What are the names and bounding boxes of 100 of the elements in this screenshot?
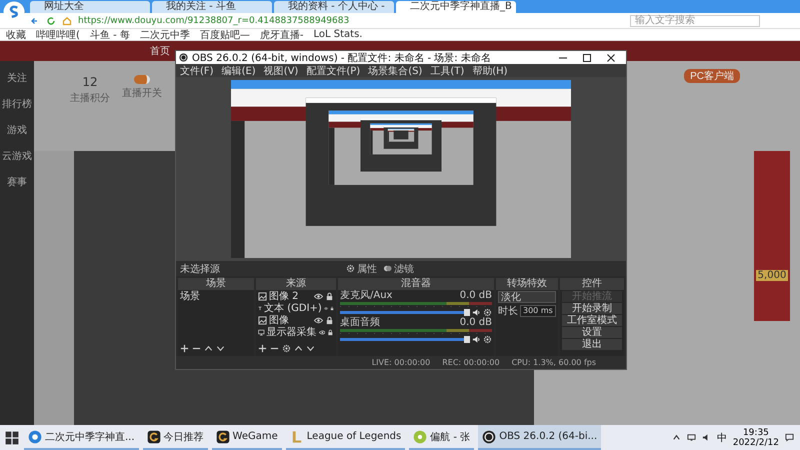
speaker-icon[interactable] — [472, 308, 481, 317]
lock-icon[interactable] — [325, 292, 334, 301]
lock-icon[interactable] — [330, 304, 334, 313]
sidebar-item[interactable]: 关注 — [7, 71, 27, 85]
app-icon — [216, 430, 230, 444]
windows-icon[interactable] — [4, 430, 20, 446]
bookmark[interactable]: LoL Stats. — [313, 29, 362, 40]
menu-item[interactable]: 场景集合(S) — [368, 64, 422, 78]
volume-slider[interactable] — [340, 311, 470, 314]
source-item[interactable]: 图像 2 — [269, 291, 312, 302]
maximize-icon[interactable] — [582, 52, 592, 62]
clock-date[interactable]: 2022/2/12 — [732, 438, 779, 448]
menu-item[interactable]: 配置文件(P) — [306, 64, 360, 78]
eye-icon[interactable] — [318, 328, 326, 337]
dock-title: 控件 — [560, 278, 624, 290]
status-text: LIVE: 00:00:00 — [372, 358, 430, 367]
taskbar-item[interactable]: 偏航 - 张 — [409, 425, 474, 450]
toolbar-button[interactable]: 滤镜 — [383, 262, 414, 276]
menu-item[interactable]: 编辑(E) — [222, 64, 256, 78]
window-title: OBS 26.0.2 (64-bit, windows) - 配置文件: 未命名 - 场景: 未命名 — [192, 52, 492, 64]
clock-time[interactable]: 19:35 — [742, 428, 769, 438]
sidebar-item[interactable]: 赛事 — [7, 175, 27, 189]
chevron-up-icon[interactable] — [294, 344, 303, 353]
toggle-switch[interactable] — [134, 75, 150, 84]
bookmark[interactable]: 虎牙直播- — [260, 28, 304, 42]
eye-icon[interactable] — [314, 316, 323, 325]
slider-thumb[interactable] — [464, 336, 470, 343]
volume-reading: 0.0 dB — [460, 318, 492, 328]
close-icon[interactable] — [606, 52, 616, 62]
sidebar-item[interactable]: 游戏 — [7, 123, 27, 137]
filter-icon — [383, 264, 392, 273]
input-method[interactable]: 中 — [716, 430, 727, 444]
eye-icon[interactable] — [324, 304, 328, 313]
dock-title: 场景 — [178, 278, 254, 290]
promo-amount: 5,000 — [756, 270, 788, 281]
bookmark[interactable]: 百度贴吧— — [200, 28, 250, 42]
eye-icon[interactable] — [314, 292, 323, 301]
bookmark[interactable]: 二次元中季 — [140, 28, 190, 42]
toolbar-button[interactable]: 属性 — [346, 262, 377, 276]
slider-thumb[interactable] — [464, 309, 470, 316]
chevron-down-icon[interactable] — [216, 344, 225, 353]
source-item[interactable]: 图像 — [269, 315, 312, 326]
address-field[interactable]: https://www.douyu.com/91238807_r=0.4148837588949683 — [78, 16, 624, 26]
add-icon[interactable] — [180, 344, 189, 353]
menu-item[interactable]: 工具(T) — [430, 64, 464, 78]
channel-name: 桌面音频 — [340, 318, 380, 328]
source-status: 未选择源 — [180, 262, 221, 276]
source-item[interactable]: 显示器采集 — [266, 327, 317, 338]
transition-dropdown[interactable]: 淡化 — [498, 291, 556, 303]
refresh-icon[interactable] — [46, 16, 56, 26]
back-icon[interactable] — [30, 16, 40, 26]
taskbar-item[interactable]: 今日推荐 — [142, 425, 208, 450]
image-icon — [258, 292, 267, 301]
scene-item[interactable]: 场景 — [180, 291, 252, 302]
stat-label: 直播开关 — [122, 86, 162, 100]
bookmark[interactable]: 收藏 — [6, 28, 26, 42]
monitor-icon — [258, 328, 265, 337]
status-text: CPU: 1.3%, 60.00 fps — [512, 358, 596, 367]
menu-item[interactable]: 视图(V) — [264, 64, 298, 78]
lock-icon[interactable] — [327, 328, 334, 337]
control-button[interactable]: 退出 — [562, 339, 622, 350]
bookmark[interactable]: 哔哩哔哩( — [36, 28, 80, 42]
gear-icon[interactable] — [282, 344, 291, 353]
taskbar-item[interactable]: 二次元中季字神直... — [24, 425, 139, 450]
bookmark[interactable]: 斗鱼 - 每 — [90, 28, 130, 42]
app-icon — [413, 430, 428, 444]
chevron-down-icon[interactable] — [306, 344, 315, 353]
obs-logo-icon — [179, 53, 188, 62]
image-icon — [258, 316, 267, 325]
lock-icon[interactable] — [325, 316, 334, 325]
chevron-up-icon[interactable] — [672, 433, 681, 442]
taskbar-item[interactable]: League of Legends — [286, 425, 406, 450]
gear-icon — [346, 264, 355, 273]
source-item[interactable]: 文本 (GDI+) — [264, 303, 322, 314]
notification-icon[interactable] — [785, 433, 794, 442]
control-button[interactable]: 设置 — [562, 327, 622, 338]
stat-label: 主播积分 — [70, 92, 110, 105]
dock-title: 来源 — [256, 278, 336, 290]
volume-reading: 0.0 dB — [460, 291, 492, 301]
taskbar-item[interactable]: OBS 26.0.2 (64-bi... — [478, 425, 602, 450]
menu-item[interactable]: 帮助(H) — [472, 64, 508, 78]
nav-link[interactable]: 首页 — [150, 44, 170, 58]
browser-tab[interactable]: 网址大全 — [30, 1, 150, 13]
gear-icon[interactable] — [483, 308, 492, 317]
sidebar-item[interactable]: 排行榜 — [2, 97, 32, 111]
duration-field[interactable]: 300 ms — [520, 305, 556, 317]
menu-item[interactable]: 文件(F) — [180, 64, 214, 78]
client-button[interactable]: PC客户端 — [684, 69, 740, 83]
app-icon — [28, 430, 42, 444]
dock-title: 转场特效 — [496, 278, 558, 290]
gear-icon[interactable] — [483, 335, 492, 344]
channel-name: 麦克风/Aux — [340, 291, 392, 301]
volume-slider[interactable] — [340, 338, 470, 341]
speaker-icon[interactable] — [472, 335, 481, 344]
taskbar-item[interactable]: WeGame — [212, 425, 282, 450]
add-icon[interactable] — [258, 344, 267, 353]
control-button[interactable]: 工作室模式 — [562, 315, 622, 326]
chevron-up-icon[interactable] — [204, 344, 213, 353]
sidebar-item[interactable]: 云游戏 — [2, 149, 32, 163]
control-button[interactable]: 开始录制 — [562, 303, 622, 314]
